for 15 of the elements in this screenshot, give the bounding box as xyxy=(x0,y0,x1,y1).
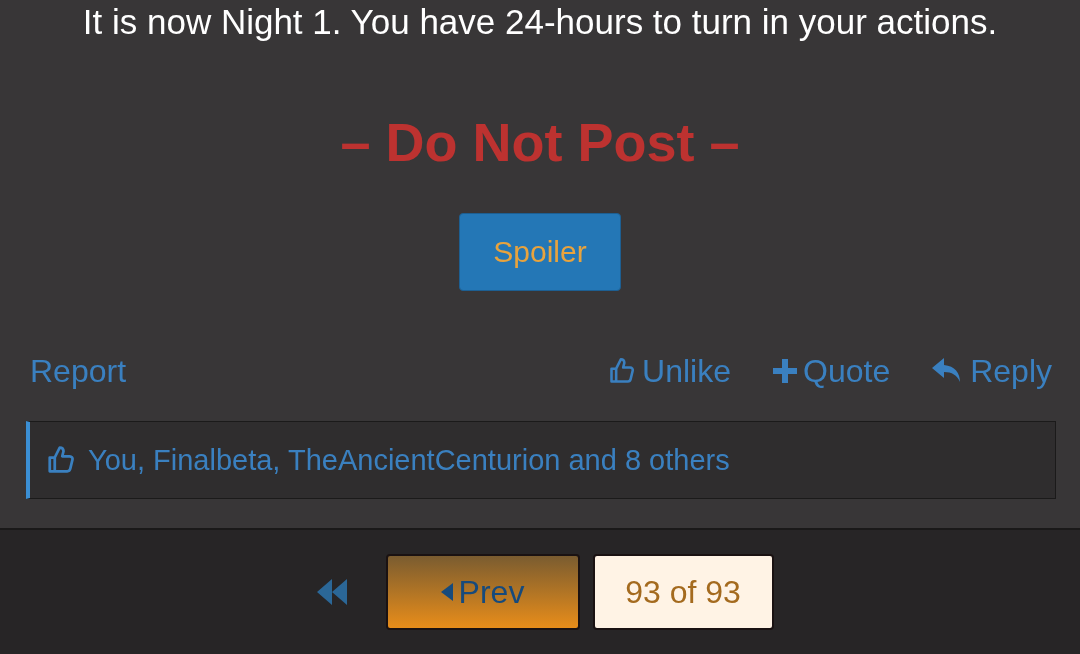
quote-link[interactable]: Quote xyxy=(773,352,891,390)
prev-button[interactable]: Prev xyxy=(385,554,580,630)
thumbs-up-icon xyxy=(46,445,76,475)
first-page-icon[interactable] xyxy=(316,577,347,607)
likes-text[interactable]: You, Finalbeta, TheAncientCenturion and 8 others xyxy=(88,443,730,477)
plus-icon xyxy=(773,359,797,383)
spoiler-button[interactable]: Spoiler xyxy=(459,213,621,291)
post-text: It is now Night 1. You have 24-hours to turn in your actions. xyxy=(82,1,998,43)
thumbs-up-icon xyxy=(608,357,637,385)
report-link[interactable]: Report xyxy=(30,352,127,390)
reply-link[interactable]: Reply xyxy=(932,352,1052,390)
page-indicator[interactable]: 93 of 93 xyxy=(592,554,774,630)
caret-left-icon xyxy=(440,583,453,601)
post-heading: – Do Not Post – xyxy=(340,111,740,174)
unlike-link[interactable]: Unlike xyxy=(608,352,731,390)
